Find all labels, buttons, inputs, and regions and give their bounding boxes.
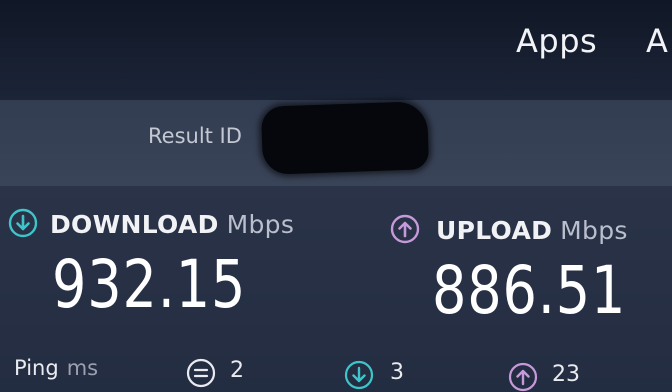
idle-latency-icon <box>186 358 216 388</box>
upload-unit: Mbps <box>560 216 628 245</box>
redacted-result-id <box>260 101 430 175</box>
download-title: DOWNLOAD <box>50 210 219 239</box>
ping-unit: ms <box>66 356 99 380</box>
arrow-up-circle-icon <box>390 214 420 244</box>
upload-latency-value: 23 <box>552 362 580 387</box>
upload-title: UPLOAD <box>436 216 553 245</box>
upload-speed-value: 886.51 <box>432 252 627 329</box>
upload-label: UPLOAD Mbps <box>436 216 628 245</box>
nav-apps-link[interactable]: Apps <box>516 22 597 60</box>
download-unit: Mbps <box>226 210 295 239</box>
result-id-label: Result ID <box>148 124 242 148</box>
download-label: DOWNLOAD Mbps <box>50 210 294 239</box>
upload-latency-icon <box>508 362 538 392</box>
arrow-down-circle-icon <box>8 208 38 238</box>
nav-next-link[interactable]: A <box>646 22 668 60</box>
ping-title: Ping <box>14 356 59 380</box>
download-latency-icon <box>344 360 374 390</box>
ping-label: Ping ms <box>14 356 98 380</box>
download-latency-value: 3 <box>390 360 404 385</box>
download-speed-value: 932.15 <box>52 246 247 323</box>
idle-latency-value: 2 <box>230 358 244 383</box>
